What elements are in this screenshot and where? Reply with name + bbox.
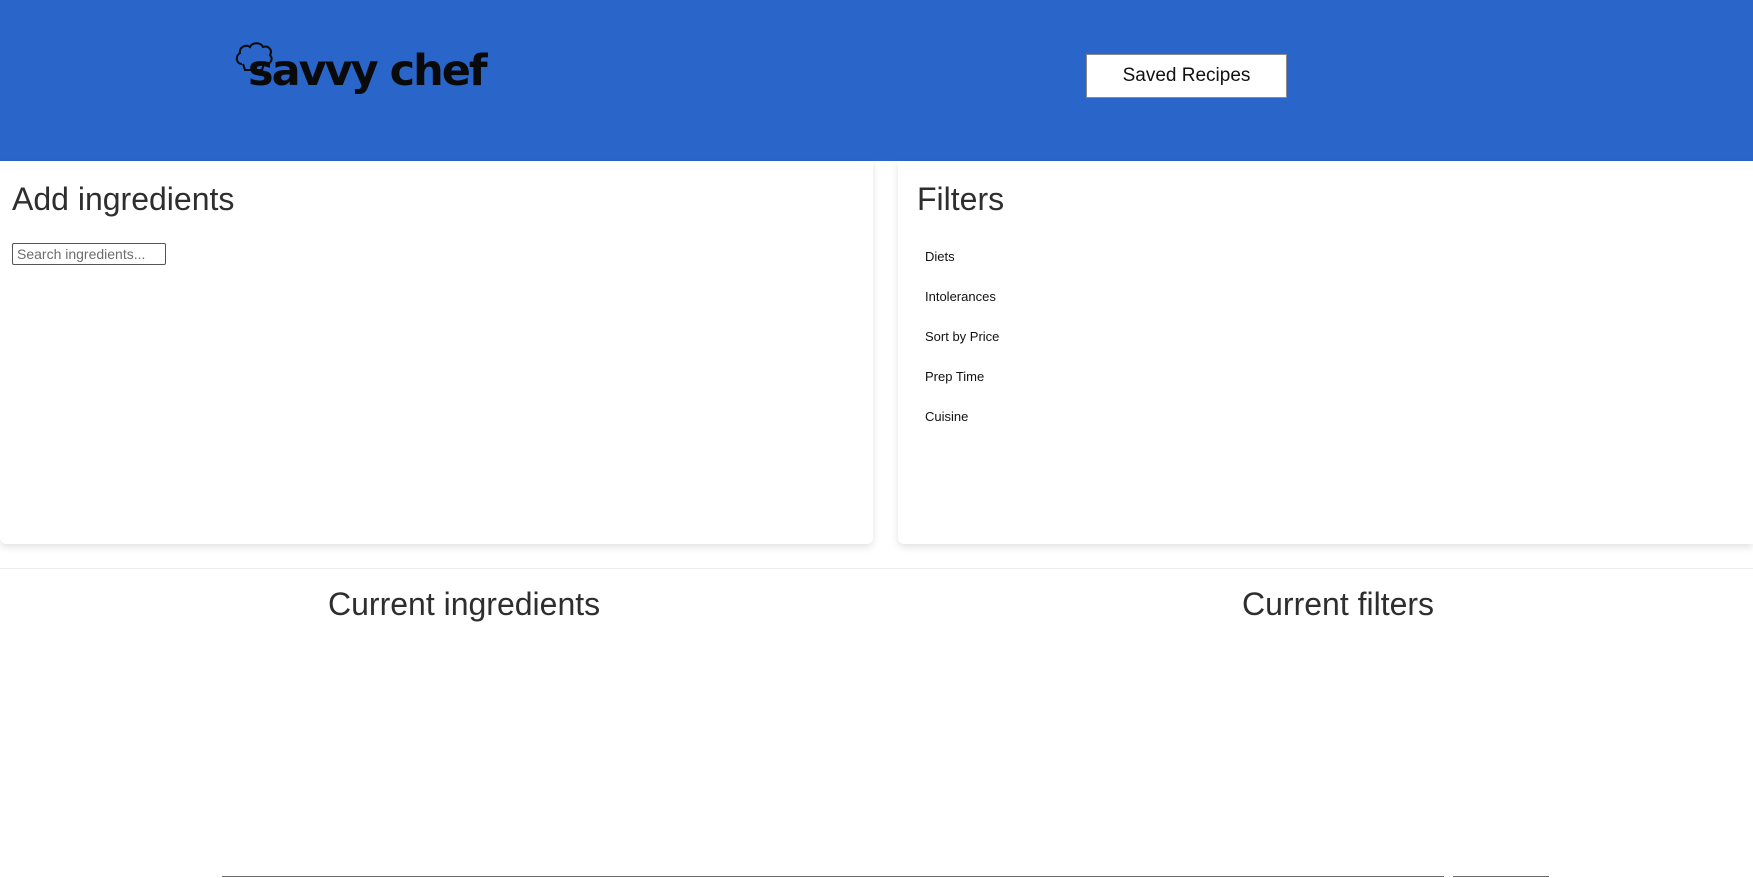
- header-bar: savvy chef Saved Recipes: [0, 0, 1753, 161]
- filter-item-intolerances[interactable]: Intolerances: [925, 289, 999, 329]
- filter-item-sort-by-price[interactable]: Sort by Price: [925, 329, 999, 369]
- bottom-rule-short: [1453, 876, 1549, 877]
- filter-item-prep-time[interactable]: Prep Time: [925, 369, 999, 409]
- filter-item-cuisine[interactable]: Cuisine: [925, 409, 999, 449]
- section-divider: [0, 568, 1753, 569]
- current-ingredients-title: Current ingredients: [328, 586, 601, 622]
- logo-text: savvy chef: [248, 46, 488, 96]
- filter-list: Diets Intolerances Sort by Price Prep Ti…: [925, 249, 999, 449]
- savvy-chef-logo[interactable]: savvy chef: [234, 40, 488, 106]
- search-ingredients-input[interactable]: [12, 243, 166, 265]
- filters-title: Filters: [917, 181, 1005, 217]
- bottom-rule: [222, 876, 1444, 877]
- add-ingredients-panel: Add ingredients: [0, 161, 873, 544]
- filter-item-diets[interactable]: Diets: [925, 249, 999, 289]
- current-filters-title: Current filters: [1242, 586, 1435, 622]
- add-ingredients-title: Add ingredients: [12, 181, 235, 217]
- saved-recipes-button[interactable]: Saved Recipes: [1086, 54, 1287, 98]
- filters-panel: Filters Diets Intolerances Sort by Price…: [898, 161, 1753, 544]
